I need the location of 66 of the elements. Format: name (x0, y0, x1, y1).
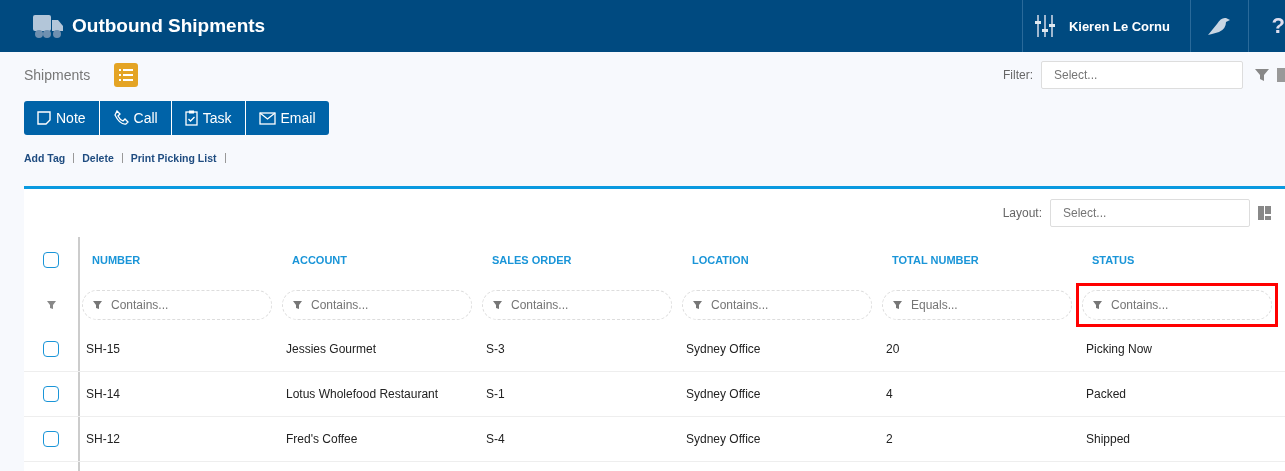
help-button[interactable]: ? (1248, 0, 1285, 52)
action-button[interactable]: Call (99, 101, 172, 135)
table-cell: Fred's Coffee (286, 432, 358, 446)
filter-icon (293, 301, 302, 309)
column-filter-field[interactable]: Contains... (82, 290, 272, 320)
column-header[interactable]: SALES ORDER (492, 254, 572, 266)
filter-icon (693, 301, 702, 309)
filter-icon (493, 301, 502, 309)
filter-icon[interactable] (1255, 68, 1269, 82)
filter-icon (893, 301, 902, 309)
table-cell: Jessies Gourmet (286, 342, 377, 356)
action-link[interactable]: Add Tag (24, 152, 66, 164)
table-cell: 20 (886, 342, 900, 356)
filter-icon (1093, 301, 1102, 309)
clipboard-icon (184, 110, 198, 126)
filter-field[interactable]: Select... (1041, 61, 1243, 89)
select-all-checkbox[interactable] (43, 252, 59, 268)
action-link[interactable]: Delete (82, 152, 114, 164)
table-cell: Packed (1086, 387, 1127, 401)
row-checkbox[interactable] (43, 431, 59, 447)
column-header[interactable]: ACCOUNT (292, 254, 347, 266)
phone-icon (112, 110, 129, 126)
table-cell: Lotus Wholefood Restaurant (286, 387, 439, 401)
filter-icon (93, 301, 102, 309)
action-button[interactable]: Task (171, 101, 246, 135)
table-cell: Picking Now (1086, 342, 1153, 356)
row-checkbox[interactable] (43, 341, 59, 357)
table-cell: Sydney Office (686, 342, 761, 356)
user-menu[interactable]: Kieren Le Cornu (1021, 0, 1190, 52)
table-cell: SH-15 (86, 342, 120, 356)
column-filter-field[interactable]: Contains... (482, 290, 672, 320)
note-icon (37, 111, 51, 125)
filter-label: Filter: (1003, 68, 1033, 82)
table-cell: Sydney Office (686, 387, 761, 401)
layout-field[interactable]: Select... (1050, 199, 1250, 227)
column-filter-field[interactable]: Contains... (682, 290, 872, 320)
action-button[interactable]: Note (24, 101, 100, 135)
row-checkbox[interactable] (43, 386, 59, 402)
column-header[interactable]: LOCATION (692, 254, 749, 266)
filter-icon[interactable] (46, 301, 56, 309)
envelope-icon (258, 111, 276, 125)
list-icon (119, 69, 134, 81)
column-filter-field[interactable]: Contains... (1082, 290, 1272, 320)
action-link[interactable]: Print Picking List (130, 152, 217, 164)
column-filter-field[interactable]: Contains... (282, 290, 472, 320)
sliders-icon (1034, 15, 1055, 37)
table-cell: SH-14 (86, 387, 120, 401)
truck-icon (32, 13, 64, 39)
column-header[interactable]: STATUS (1092, 254, 1135, 266)
table-cell: 4 (886, 387, 893, 401)
table-cell: S-1 (486, 387, 505, 401)
list-view-button[interactable] (114, 63, 139, 87)
action-button[interactable]: Email (245, 101, 329, 135)
column-header[interactable]: NUMBER (92, 254, 141, 266)
table-cell: S-4 (486, 432, 505, 446)
column-header[interactable]: TOTAL NUMBER (892, 254, 979, 266)
column-filter-field[interactable]: Equals... (882, 290, 1072, 320)
page-title: Outbound Shipments (72, 15, 266, 37)
layout-label: Layout: (1002, 206, 1042, 220)
table-cell: Sydney Office (686, 432, 761, 446)
table-cell: S-3 (486, 342, 505, 356)
section-title: Shipments (24, 67, 91, 83)
table-cell: SH-12 (86, 432, 120, 446)
layout-icon[interactable] (1258, 206, 1271, 220)
table-cell: Shipped (1086, 432, 1131, 446)
table-cell: 2 (886, 432, 893, 446)
